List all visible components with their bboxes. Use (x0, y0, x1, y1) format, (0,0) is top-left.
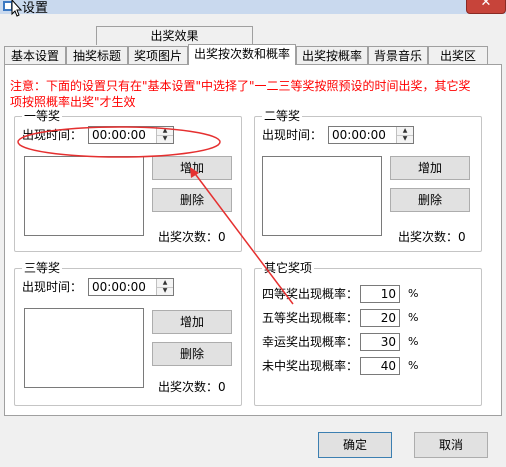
annotation-ellipse (17, 126, 221, 158)
annotation-arrow-line (192, 170, 294, 305)
annotation-overlay (17, 126, 294, 305)
tab-prize-by-count-and-probability[interactable]: 出奖按次数和概率 (188, 44, 296, 65)
